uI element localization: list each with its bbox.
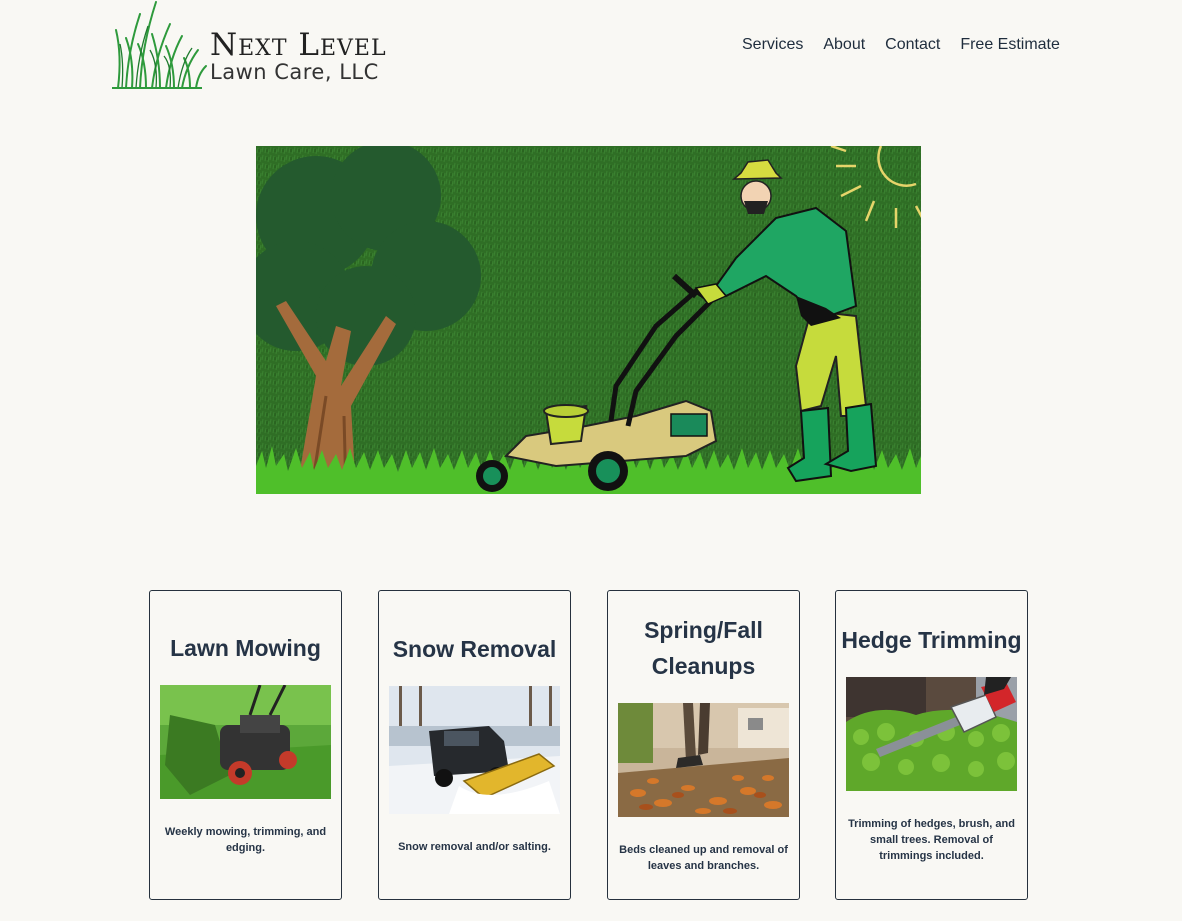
brand-subtitle: Lawn Care, LLC <box>210 60 379 84</box>
grass-logo-icon <box>112 1 207 89</box>
service-title: Lawn Mowing <box>170 635 321 661</box>
service-card-cleanups[interactable]: Spring/Fall Cleanups Beds cleaned up and… <box>607 590 800 900</box>
service-description: Snow removal and/or salting. <box>398 841 551 853</box>
main-nav: Services About Contact Free Estimate <box>742 36 1060 54</box>
service-card-hedge-trimming[interactable]: Hedge Trimming Trimming of hedges, brush… <box>835 590 1028 900</box>
hero-illustration <box>256 146 921 494</box>
nav-about[interactable]: About <box>823 36 865 54</box>
service-title: Spring/Fall Cleanups <box>644 617 763 679</box>
snow-plow-image <box>389 686 560 814</box>
service-title: Hedge Trimming <box>841 627 1022 653</box>
service-description: Beds cleaned up and removal of leaves an… <box>619 844 788 872</box>
service-description: Trimming of hedges, brush, and small tre… <box>848 818 1015 862</box>
leaf-cleanup-image <box>618 703 789 817</box>
service-card-snow-removal[interactable]: Snow Removal Snow removal and/or salting… <box>378 590 571 900</box>
nav-services[interactable]: Services <box>742 36 803 54</box>
service-description: Weekly mowing, trimming, and edging. <box>164 826 327 854</box>
hedge-trimmer-image <box>846 677 1017 791</box>
service-title: Snow Removal <box>392 636 557 662</box>
brand-logo[interactable]: Next Level Lawn Care, LLC <box>112 0 414 90</box>
brand-name: Next Level <box>210 27 387 63</box>
nav-contact[interactable]: Contact <box>885 36 940 54</box>
lawn-mower-image <box>160 685 331 799</box>
service-card-lawn-mowing[interactable]: Lawn Mowing Weekly mowing, trimming, and… <box>149 590 342 900</box>
nav-free-estimate[interactable]: Free Estimate <box>960 36 1060 54</box>
